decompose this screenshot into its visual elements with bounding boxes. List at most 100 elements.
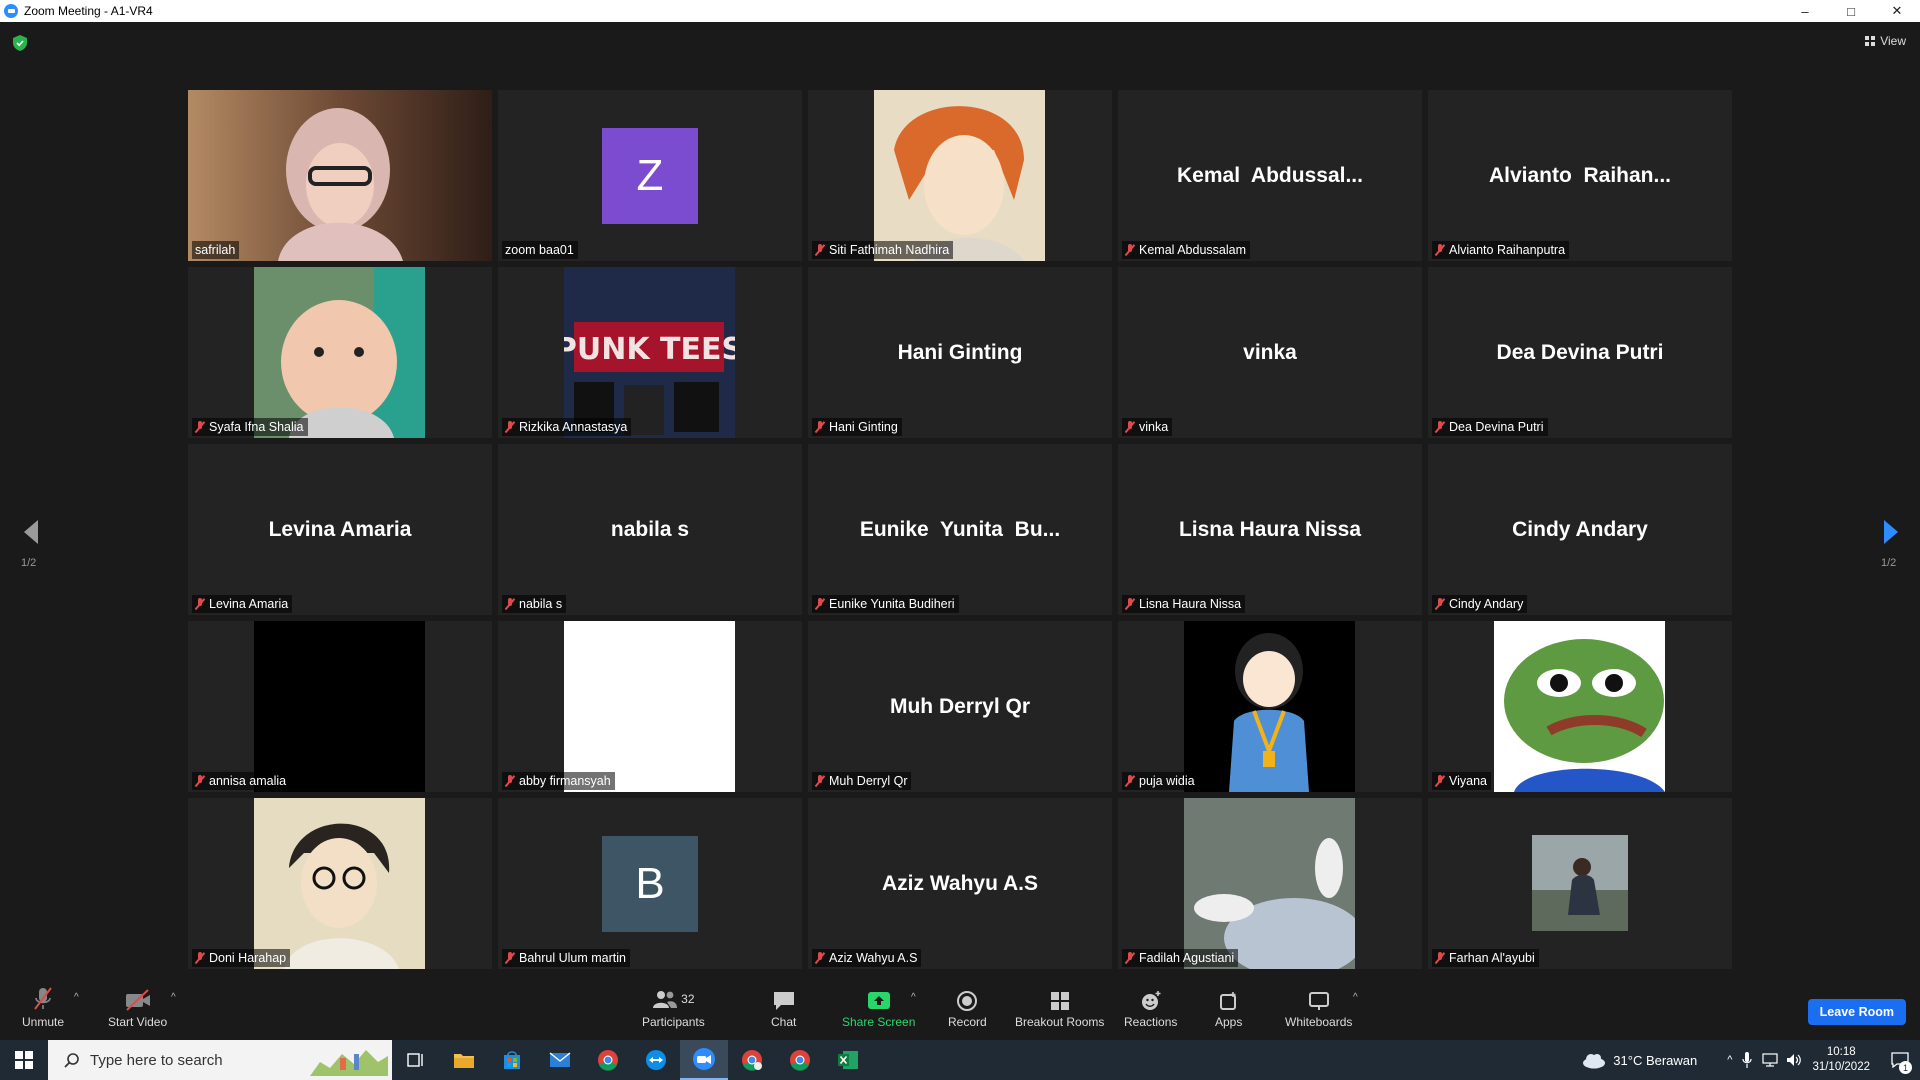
encryption-shield-icon[interactable] bbox=[13, 35, 27, 51]
search-placeholder: Type here to search bbox=[90, 1051, 223, 1069]
maximize-button[interactable]: □ bbox=[1828, 0, 1874, 22]
microphone-tray-icon[interactable] bbox=[1742, 1052, 1753, 1068]
participant-tile[interactable]: Levina Amaria Levina Amaria bbox=[188, 444, 492, 615]
participant-name-tag: Eunike Yunita Budiheri bbox=[812, 595, 959, 613]
view-button[interactable]: View bbox=[1865, 34, 1906, 48]
participant-name-tag: Cindy Andary bbox=[1432, 595, 1528, 613]
mail-button[interactable] bbox=[536, 1040, 584, 1080]
profile-picture bbox=[874, 90, 1045, 261]
breakout-rooms-button[interactable]: Breakout Rooms bbox=[1015, 986, 1104, 1029]
participant-tile[interactable]: Dea Devina Putri Dea Devina Putri bbox=[1428, 267, 1732, 438]
taskbar-clock[interactable]: 10:18 31/10/2022 bbox=[1812, 1045, 1870, 1075]
participant-tile[interactable]: Viyana bbox=[1428, 621, 1732, 792]
participant-tile[interactable]: Cindy Andary Cindy Andary bbox=[1428, 444, 1732, 615]
unmute-button[interactable]: Unmute bbox=[22, 986, 64, 1029]
apps-button[interactable]: Apps bbox=[1215, 986, 1242, 1029]
microsoft-store-button[interactable] bbox=[488, 1040, 536, 1080]
participant-tile[interactable]: PUNK TEES Rizkika Annastasya bbox=[498, 267, 802, 438]
muted-mic-icon bbox=[195, 952, 205, 964]
minimize-button[interactable]: – bbox=[1782, 0, 1828, 22]
participant-tile[interactable]: B Bahrul Ulum martin bbox=[498, 798, 802, 969]
participant-name-tag: abby firmansyah bbox=[502, 772, 615, 790]
chrome-second-button[interactable] bbox=[776, 1040, 824, 1080]
leave-room-button[interactable]: Leave Room bbox=[1807, 999, 1906, 1025]
profile-picture bbox=[1184, 798, 1364, 969]
start-video-button[interactable]: Start Video bbox=[108, 986, 167, 1029]
chrome-profile-button[interactable] bbox=[728, 1040, 776, 1080]
participant-name-tag: vinka bbox=[1122, 418, 1173, 436]
participant-tile[interactable]: Fadilah Agustiani bbox=[1118, 798, 1422, 969]
taskbar-search-box[interactable]: Type here to search bbox=[48, 1040, 392, 1080]
participant-name-tag: zoom baa01 bbox=[502, 241, 578, 259]
participant-tile[interactable]: Muh Derryl Qr Muh Derryl Qr bbox=[808, 621, 1112, 792]
clock-date: 31/10/2022 bbox=[1812, 1061, 1870, 1073]
tray-overflow-chevron-icon[interactable]: ^ bbox=[1727, 1054, 1732, 1066]
participant-tile[interactable]: Siti Fathimah Nadhira bbox=[808, 90, 1112, 261]
muted-mic-icon bbox=[1435, 421, 1445, 433]
next-page-arrow-icon[interactable] bbox=[1874, 512, 1904, 552]
participant-tile[interactable]: Farhan Al'ayubi bbox=[1428, 798, 1732, 969]
avatar-initial: Z bbox=[602, 127, 698, 224]
share-screen-button[interactable]: Share Screen bbox=[842, 986, 915, 1029]
zoom-taskbar-button[interactable] bbox=[680, 1040, 728, 1080]
participant-name: nabila s bbox=[519, 597, 563, 611]
participant-tile[interactable]: Zzoom baa01 bbox=[498, 90, 802, 261]
profile-picture bbox=[254, 798, 425, 969]
record-button[interactable]: Record bbox=[948, 986, 987, 1029]
meeting-toolbar: Unmute ^ Start Video ^ 32 Participants C… bbox=[0, 984, 1920, 1040]
meeting-area: View 1/2 1/2 safrilah Zzoom baa01 Siti Fat… bbox=[0, 22, 1920, 984]
participant-name: Eunike Yunita Budiheri bbox=[829, 597, 955, 611]
chrome-button[interactable] bbox=[584, 1040, 632, 1080]
whiteboard-options-caret-icon[interactable]: ^ bbox=[1353, 992, 1358, 1003]
participant-tile[interactable]: Lisna Haura Nissa Lisna Haura Nissa bbox=[1118, 444, 1422, 615]
task-view-button[interactable] bbox=[392, 1040, 440, 1080]
participant-tile[interactable]: nabila s nabila s bbox=[498, 444, 802, 615]
participant-tile[interactable]: vinka vinka bbox=[1118, 267, 1422, 438]
muted-mic-icon bbox=[195, 775, 205, 787]
participant-name: Farhan Al'ayubi bbox=[1449, 951, 1535, 965]
participant-tile[interactable]: Kemal Abdussal... Kemal Abdussalam bbox=[1118, 90, 1422, 261]
participant-name-tag: annisa amalia bbox=[192, 772, 291, 790]
muted-mic-icon bbox=[505, 952, 515, 964]
notifications-button[interactable]: 1 bbox=[1880, 1040, 1920, 1080]
chrome-second-icon bbox=[790, 1050, 810, 1071]
participant-tile[interactable]: Syafa Ifna Shalia bbox=[188, 267, 492, 438]
participant-tile[interactable]: annisa amalia bbox=[188, 621, 492, 792]
share-options-caret-icon[interactable]: ^ bbox=[911, 992, 916, 1003]
participant-tile[interactable]: Aziz Wahyu A.S Aziz Wahyu A.S bbox=[808, 798, 1112, 969]
file-explorer-button[interactable] bbox=[440, 1040, 488, 1080]
whiteboards-button[interactable]: Whiteboards bbox=[1285, 986, 1352, 1029]
breakout-rooms-icon bbox=[1050, 992, 1069, 1010]
grid-icon bbox=[1865, 36, 1876, 46]
video-options-caret-icon[interactable]: ^ bbox=[171, 992, 176, 1003]
participant-tile[interactable]: safrilah bbox=[188, 90, 492, 261]
zoom-app-icon bbox=[4, 4, 18, 18]
window-title: Zoom Meeting - A1-VR4 bbox=[24, 4, 153, 18]
folder-icon bbox=[454, 1054, 474, 1068]
participant-tile[interactable]: Alvianto Raihan... Alvianto Raihanputra bbox=[1428, 90, 1732, 261]
participant-name: Fadilah Agustiani bbox=[1139, 951, 1235, 965]
store-bag-icon bbox=[504, 1051, 520, 1069]
audio-options-caret-icon[interactable]: ^ bbox=[74, 992, 79, 1003]
excel-button[interactable] bbox=[824, 1040, 872, 1080]
clock-time: 10:18 bbox=[1826, 1046, 1856, 1058]
participant-name-tag: Siti Fathimah Nadhira bbox=[812, 241, 954, 259]
volume-icon[interactable] bbox=[1786, 1053, 1802, 1067]
participant-tile[interactable]: puja widia bbox=[1118, 621, 1422, 792]
unmute-label: Unmute bbox=[22, 1015, 65, 1029]
remote-desktop-button[interactable] bbox=[632, 1040, 680, 1080]
reactions-button[interactable]: Reactions bbox=[1124, 986, 1177, 1029]
participant-tile[interactable]: Eunike Yunita Bu... Eunike Yunita Budiher… bbox=[808, 444, 1112, 615]
start-button[interactable] bbox=[0, 1040, 48, 1080]
weather-text[interactable]: 31°C Berawan bbox=[1613, 1053, 1697, 1068]
participant-tile[interactable]: Hani Ginting Hani Ginting bbox=[808, 267, 1112, 438]
previous-page-arrow-icon[interactable] bbox=[18, 512, 48, 552]
zoom-icon bbox=[693, 1048, 715, 1070]
network-icon[interactable] bbox=[1762, 1053, 1779, 1067]
participant-tile[interactable]: abby firmansyah bbox=[498, 621, 802, 792]
participant-display-name: Hani Ginting bbox=[897, 340, 1023, 364]
close-button[interactable]: ✕ bbox=[1874, 0, 1920, 22]
participants-button[interactable]: 32 Participants bbox=[642, 986, 705, 1029]
chat-button[interactable]: Chat bbox=[771, 986, 796, 1029]
participant-tile[interactable]: Doni Harahap bbox=[188, 798, 492, 969]
